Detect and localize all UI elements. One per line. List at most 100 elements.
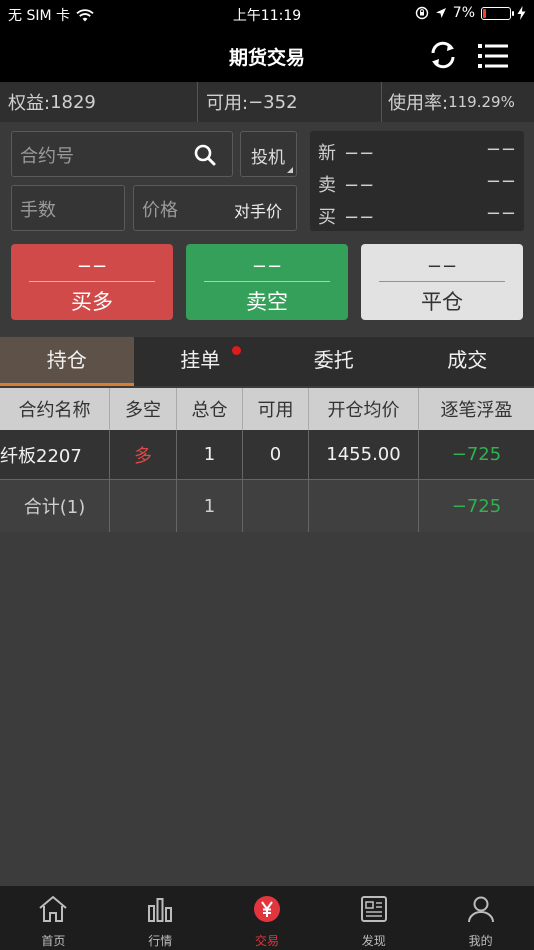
notification-dot	[231, 346, 241, 355]
refresh-button[interactable]	[426, 40, 460, 70]
tab-label: 挂单	[180, 348, 221, 372]
battery-percent: 7%	[452, 5, 475, 21]
available-value: −352	[248, 91, 298, 113]
header-cell: 合约名称	[0, 388, 110, 430]
battery-icon	[481, 6, 514, 20]
nav-label: 行情	[148, 934, 173, 948]
nav-profile[interactable]: 我的	[427, 886, 534, 950]
nav-bar: 期货交易	[0, 28, 534, 82]
quote-label: 新	[318, 143, 336, 164]
table-row[interactable]: 纤板2207 多 1 0 1455.00 −725	[0, 430, 534, 480]
header-cell: 多空	[110, 388, 177, 430]
header-cell: 总仓	[177, 388, 243, 430]
quote-right: −−	[485, 139, 516, 160]
buy-label: 买多	[71, 290, 113, 314]
quote-label: 卖	[318, 175, 336, 196]
price-mode-toggle[interactable]: 对手价	[234, 198, 282, 222]
total-position-cell: 1	[177, 430, 243, 479]
floating-pnl-cell: −725	[451, 444, 502, 465]
quantity-input[interactable]: 手数	[11, 185, 125, 231]
price-placeholder: 价格	[142, 200, 178, 221]
speculation-label: 投机	[251, 148, 285, 168]
contract-name-cell: 纤板2207	[0, 430, 110, 479]
usage-label: 使用率:	[388, 93, 449, 114]
tab-positions[interactable]: 持仓	[0, 337, 134, 386]
total-pnl-cell: −725	[451, 495, 502, 517]
order-panel: 合约号 投机 手数 价格 对手价 新 −− −− 卖 −− −− 买 −− −− −−…	[0, 122, 534, 336]
news-icon	[360, 896, 387, 922]
quote-box: 新 −− −− 卖 −− −− 买 −− −−	[310, 131, 524, 231]
status-bar: 无 SIM 卡 上午11:19 7%	[0, 0, 534, 28]
tab-trades[interactable]: 成交	[401, 337, 534, 386]
available-position-cell: 0	[243, 430, 309, 479]
total-position-cell: 1	[177, 480, 243, 532]
quote-row-bid: 买 −− −−	[318, 203, 516, 228]
orientation-lock-icon	[415, 6, 428, 20]
close-position-button[interactable]: −− 平仓	[361, 244, 523, 320]
header-cell: 开仓均价	[309, 388, 419, 430]
usage-cell: 使用率: 119.29%	[382, 82, 534, 122]
available-cell: 可用: −352	[198, 82, 382, 122]
tab-pending-orders[interactable]: 挂单	[134, 337, 268, 386]
quote-row-last: 新 −− −−	[318, 139, 516, 164]
quote-label: 买	[318, 207, 336, 228]
total-cell	[243, 480, 309, 532]
equity-value: 1829	[50, 91, 96, 113]
table-header: 合约名称 多空 总仓 可用 开仓均价 逐笔浮盈	[0, 388, 534, 430]
search-icon[interactable]	[194, 144, 216, 166]
direction-cell: 多	[110, 430, 177, 479]
nav-label: 我的	[468, 934, 493, 948]
equity-label: 权益:	[8, 93, 51, 114]
tab-orders[interactable]: 委托	[267, 337, 401, 386]
close-price: −−	[426, 256, 458, 277]
nav-home[interactable]: 首页	[0, 886, 107, 950]
available-label: 可用:	[206, 93, 249, 114]
nav-label: 首页	[41, 934, 66, 948]
record-tabs: 持仓 挂单 委托 成交	[0, 337, 534, 386]
equity-cell: 权益: 1829	[0, 82, 198, 122]
dropdown-corner-icon	[287, 167, 293, 173]
quote-right: −−	[485, 171, 516, 192]
nav-market[interactable]: 行情	[107, 886, 214, 950]
home-icon	[39, 895, 68, 922]
location-arrow-icon	[435, 7, 446, 18]
quote-row-ask: 卖 −− −−	[318, 171, 516, 196]
avg-open-price-cell: 1455.00	[309, 430, 419, 479]
nav-discover[interactable]: 发现	[320, 886, 427, 950]
sell-price: −−	[251, 256, 283, 277]
total-label-cell: 合计(1)	[0, 480, 110, 532]
contract-placeholder: 合约号	[20, 146, 74, 167]
charging-bolt-icon	[517, 6, 526, 20]
person-icon	[467, 896, 494, 923]
total-cell	[110, 480, 177, 532]
quote-right: −−	[485, 203, 516, 224]
menu-button[interactable]	[476, 42, 510, 70]
yen-icon	[253, 896, 280, 922]
buy-long-button[interactable]: −− 买多	[11, 244, 173, 320]
list-menu-icon	[478, 44, 508, 68]
bottom-nav: 首页 行情 交易 发现 我的	[0, 886, 534, 950]
price-input[interactable]: 价格 对手价	[133, 185, 297, 231]
account-summary: 权益: 1829 可用: −352 使用率: 119.29%	[0, 82, 534, 122]
positions-table: 合约名称 多空 总仓 可用 开仓均价 逐笔浮盈 纤板2207 多 1 0 145…	[0, 388, 534, 532]
contract-input[interactable]: 合约号	[11, 131, 233, 177]
speculation-select[interactable]: 投机	[240, 131, 297, 177]
bar-chart-icon	[148, 898, 173, 922]
header-cell: 可用	[243, 388, 309, 430]
nav-label: 交易	[254, 934, 279, 948]
quote-left: −−	[344, 207, 375, 228]
quote-left: −−	[344, 175, 375, 196]
sell-label: 卖空	[246, 290, 288, 314]
buy-price: −−	[76, 256, 108, 277]
quote-left: −−	[344, 143, 375, 164]
sell-short-button[interactable]: −− 卖空	[186, 244, 348, 320]
total-cell	[309, 480, 419, 532]
nav-label: 发现	[361, 934, 386, 948]
refresh-icon	[431, 41, 455, 69]
table-total-row: 合计(1) 1 −725	[0, 480, 534, 532]
header-cell: 逐笔浮盈	[440, 400, 513, 421]
nav-trade[interactable]: 交易	[214, 886, 321, 950]
usage-value: 119.29%	[448, 93, 515, 111]
quantity-placeholder: 手数	[20, 200, 56, 221]
close-label: 平仓	[421, 290, 463, 314]
